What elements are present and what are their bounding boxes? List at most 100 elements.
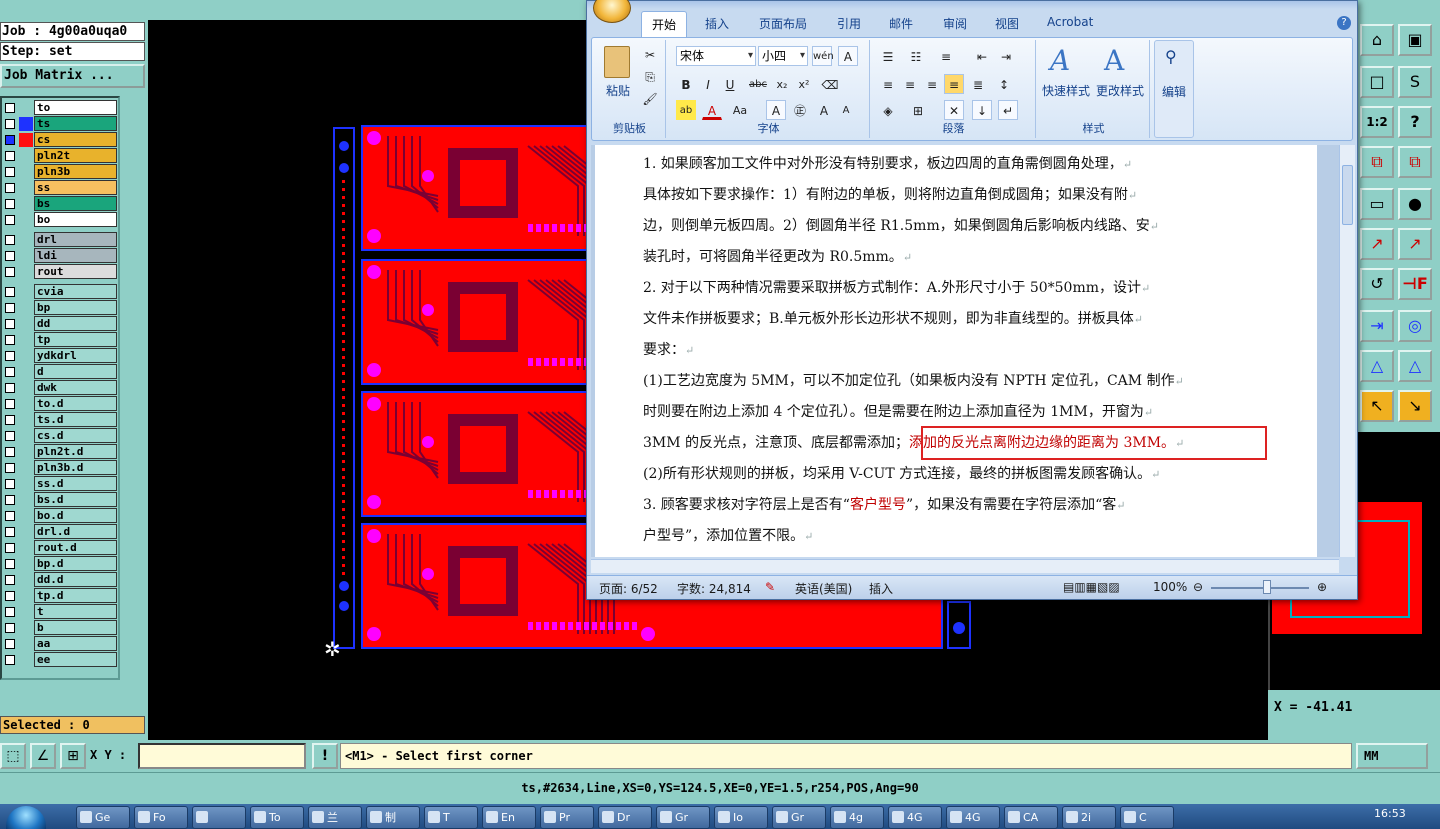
document-line[interactable]: 边，则倒单元板四周。2）倒圆角半径 R1.5mm，如果倒圆角后影响板内线路、安↵ — [643, 215, 1159, 235]
layer-name[interactable]: ts — [34, 116, 117, 131]
line-spacing-icon[interactable]: ↕ — [994, 74, 1014, 94]
layer-checkbox[interactable] — [5, 543, 15, 553]
taskbar-item[interactable]: CA — [1004, 806, 1058, 829]
layer-row[interactable]: cs — [2, 132, 118, 148]
xy-input[interactable] — [138, 743, 306, 769]
layer-name[interactable]: dwk — [34, 380, 117, 395]
layer-name[interactable]: cvia — [34, 284, 117, 299]
page-count[interactable]: 页面: 6/52 — [599, 580, 658, 597]
document-line[interactable]: (2)所有形状规则的拼板，均采用 V-CUT 方式连接，最终的拼板图需发顾客确认… — [643, 463, 1160, 483]
document-line[interactable]: 3. 顾客要求核对字符层上是否有“客户型号”，如果没有需要在字符层添加“客↵ — [643, 494, 1126, 514]
layer-color-swatch[interactable] — [19, 509, 33, 523]
ruler-icon[interactable]: ▭ — [1360, 188, 1394, 220]
layer-checkbox[interactable] — [5, 511, 15, 521]
zoom-box-icon[interactable]: □ — [1360, 66, 1394, 98]
vertical-scrollbar[interactable] — [1339, 145, 1355, 557]
layer-color-swatch[interactable] — [19, 181, 33, 195]
line-tool-icon[interactable]: ↗ — [1360, 228, 1394, 260]
document-line[interactable]: 时则要在附边上添加 4 个定位孔）。但是需要在附边上添加直径为 1MM，开窗为↵ — [643, 401, 1153, 421]
change-styles-icon[interactable]: A — [1104, 44, 1124, 77]
window-icon[interactable]: ▣ — [1398, 24, 1432, 56]
layer-row[interactable]: bs — [2, 196, 118, 212]
layer-checkbox[interactable] — [5, 591, 15, 601]
layer-row[interactable]: bp.d — [2, 556, 118, 572]
layer-row[interactable]: pln2t — [2, 148, 118, 164]
justify-icon[interactable]: ≡ — [944, 74, 964, 94]
layer-name[interactable]: t — [34, 604, 117, 619]
layer-row[interactable]: cvia — [2, 284, 118, 300]
layer-color-swatch[interactable] — [19, 637, 33, 651]
font-name-select[interactable]: 宋体 — [676, 46, 756, 66]
layer-row[interactable]: drl — [2, 232, 118, 248]
language[interactable]: 英语(美国) — [795, 580, 852, 597]
document-line[interactable]: 2. 对于以下两种情况需要采取拼板方式制作：A.外形尺寸小于 50*50mm，设… — [643, 277, 1150, 297]
tab-page-layout[interactable]: 页面布局 — [759, 15, 807, 32]
layer-checkbox[interactable] — [5, 215, 15, 225]
step-field[interactable]: Step: set — [0, 42, 145, 61]
grid-icon[interactable]: ⊞ — [60, 743, 86, 769]
layer-checkbox[interactable] — [5, 103, 15, 113]
layer-row[interactable]: bo.d — [2, 508, 118, 524]
layer-name[interactable]: bo.d — [34, 508, 117, 523]
layer-color-swatch[interactable] — [19, 525, 33, 539]
home-icon[interactable]: ⌂ — [1360, 24, 1394, 56]
layer-name[interactable]: to — [34, 100, 117, 115]
layer-name[interactable]: d — [34, 364, 117, 379]
layer-list[interactable]: to ts cs pln2t pln3b ss bs bo drl ldi rout cvia bp dd… — [0, 96, 120, 680]
taskbar-item[interactable]: 4G — [946, 806, 1000, 829]
italic-icon[interactable]: I — [698, 74, 718, 94]
route-icon[interactable]: ↘ — [1398, 390, 1432, 422]
layer-row[interactable]: rout — [2, 264, 118, 280]
layer-checkbox[interactable] — [5, 607, 15, 617]
quick-styles-label[interactable]: 快速样式 — [1038, 82, 1094, 99]
layer-color-swatch[interactable] — [19, 365, 33, 379]
layer-checkbox[interactable] — [5, 623, 15, 633]
taskbar-item[interactable]: Gr — [772, 806, 826, 829]
document-line[interactable]: 要求：↵ — [643, 339, 694, 359]
job-matrix-button[interactable]: Job Matrix ... — [0, 64, 145, 88]
layer-row[interactable]: rout.d — [2, 540, 118, 556]
layer-name[interactable]: rout — [34, 264, 117, 279]
scroll-thumb[interactable] — [1342, 165, 1353, 225]
snap-icon[interactable]: S — [1398, 66, 1432, 98]
align-left-icon[interactable]: ≡ — [878, 74, 898, 94]
layer-name[interactable]: tp.d — [34, 588, 117, 603]
taskbar-item[interactable]: Dr — [598, 806, 652, 829]
layer-color-swatch[interactable] — [19, 317, 33, 331]
alert-icon[interactable]: ! — [312, 743, 338, 769]
layer-name[interactable]: drl — [34, 232, 117, 247]
copy-icon[interactable]: ◎ — [1398, 310, 1432, 342]
zoom-out-icon[interactable]: ⊖ — [1193, 580, 1203, 594]
layer-color-swatch[interactable] — [19, 557, 33, 571]
char-border-icon[interactable]: A — [838, 46, 858, 66]
document-area[interactable]: 1. 如果顾客加工文件中对外形没有特别要求，板边四周的直角需倒圆角处理，↵ 具体按… — [591, 145, 1341, 557]
layer-name[interactable]: pln3b.d — [34, 460, 117, 475]
layer-row[interactable]: ldi — [2, 248, 118, 264]
layer-color-swatch[interactable] — [19, 605, 33, 619]
layer-color-swatch[interactable] — [19, 493, 33, 507]
document-line[interactable]: 1. 如果顾客加工文件中对外形没有特别要求，板边四周的直角需倒圆角处理，↵ — [643, 153, 1132, 173]
layer-checkbox[interactable] — [5, 319, 15, 329]
layer-name[interactable]: dd.d — [34, 572, 117, 587]
layer-checkbox[interactable] — [5, 287, 15, 297]
document-line[interactable]: 文件未作拼板要求；B.单元板外形长边形状不规则，即为非直线型的。拼板具体↵ — [643, 308, 1143, 328]
layer-color-swatch[interactable] — [19, 285, 33, 299]
underline-icon[interactable]: U — [720, 74, 740, 94]
zoom-area-icon[interactable]: ⬚ — [0, 743, 26, 769]
tab-acrobat[interactable]: Acrobat — [1047, 15, 1093, 29]
layer-checkbox[interactable] — [5, 655, 15, 665]
layer-color-swatch[interactable] — [19, 349, 33, 363]
layer-color-swatch[interactable] — [19, 265, 33, 279]
show-marks-icon[interactable]: ↵ — [998, 100, 1018, 120]
layer-name[interactable]: bp — [34, 300, 117, 315]
multilevel-list-icon[interactable]: ≡ — [936, 46, 956, 66]
layer-color-swatch[interactable] — [19, 249, 33, 263]
layer-name[interactable]: cs.d — [34, 428, 117, 443]
layer-color-swatch[interactable] — [19, 233, 33, 247]
layer-name[interactable]: bo — [34, 212, 117, 227]
layer-name[interactable]: drl.d — [34, 524, 117, 539]
layer-checkbox[interactable] — [5, 463, 15, 473]
select-icon[interactable]: ↖ — [1360, 390, 1394, 422]
layer-checkbox[interactable] — [5, 431, 15, 441]
layer-name[interactable]: pln3b — [34, 164, 117, 179]
